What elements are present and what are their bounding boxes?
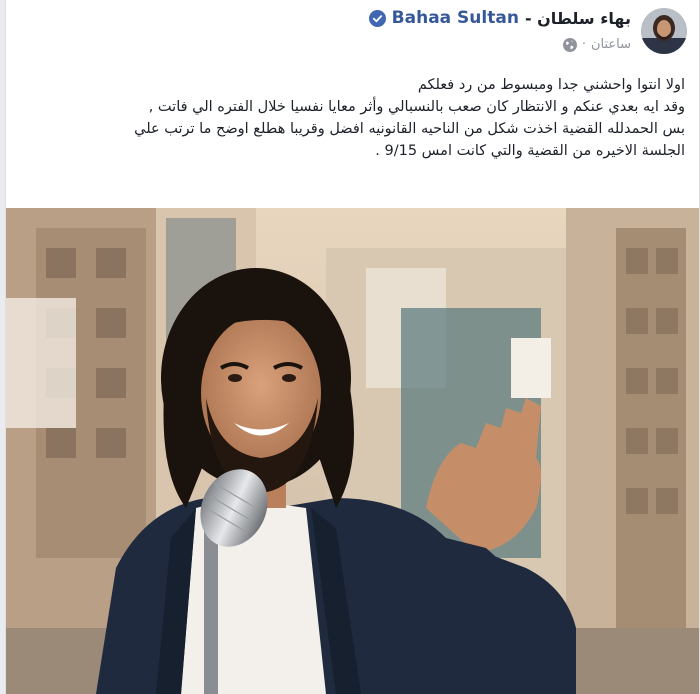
post-text-line: وقد ايه بعدي عنكم و الانتظار كان صعب بال… xyxy=(148,99,685,115)
post-meta: ساعتان · xyxy=(562,37,631,52)
post-text-line: الجلسة الاخيره من القضية والتي كانت امس … xyxy=(375,143,685,159)
post-photo[interactable] xyxy=(6,208,699,694)
verified-badge-icon xyxy=(368,9,386,27)
post-text-line: اولا انتوا واحشني جدا ومبسوط من رد فعلكم xyxy=(417,77,685,93)
post-text-line: بس الحمدلله القضية اخذت شكل من الناحيه ا… xyxy=(134,121,685,137)
facebook-post-card: بهاء سلطان - Bahaa Sultan ساعتان · اولا … xyxy=(5,0,700,694)
author-name-row: بهاء سلطان - Bahaa Sultan xyxy=(368,8,631,28)
meta-separator: · xyxy=(581,37,586,52)
globe-icon[interactable] xyxy=(562,37,577,52)
author-name-english[interactable]: Bahaa Sultan xyxy=(392,8,519,28)
author-name-arabic[interactable]: بهاء سلطان - xyxy=(525,9,631,28)
post-body: اولا انتوا واحشني جدا ومبسوط من رد فعلكم… xyxy=(22,74,685,162)
post-header: بهاء سلطان - Bahaa Sultan ساعتان · xyxy=(6,0,699,64)
author-avatar[interactable] xyxy=(641,8,687,54)
post-timestamp[interactable]: ساعتان xyxy=(591,37,631,52)
